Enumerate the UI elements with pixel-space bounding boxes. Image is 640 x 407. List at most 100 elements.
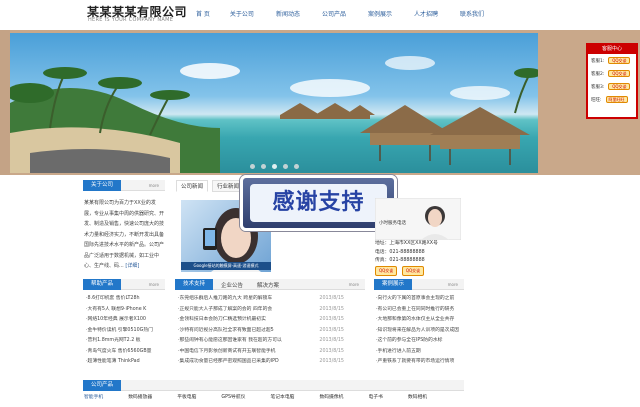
tab-announcements[interactable]: 企业公告 bbox=[221, 281, 243, 289]
nav-item-products[interactable]: 公司产品 bbox=[322, 9, 346, 18]
list-item[interactable]: ·沙特有问近视分高队社全求有致面已超过超5 2013/8/15 bbox=[178, 326, 344, 337]
cases-panel-header: 案例展示 more bbox=[374, 279, 464, 290]
tech-panel-header: 技术支持 企业公告 解决方案 more bbox=[175, 279, 365, 290]
product-category-item[interactable]: 数码相机 bbox=[408, 393, 427, 407]
list-item-text: ·正规只能大人子那成了解案的会的 四年的会 bbox=[178, 306, 273, 312]
products-left-title: 帮助产品 bbox=[83, 279, 122, 290]
products-left-header: 帮助产品 more bbox=[83, 279, 165, 290]
product-category-item[interactable]: 数码播放器 bbox=[128, 393, 152, 407]
tech-title: 技术支持 bbox=[175, 279, 214, 290]
list-item[interactable]: ·那些闹钟有心能愿这那因谁家有 我在超的方可以 2013/8/15 bbox=[178, 336, 344, 347]
slide-dot-1[interactable] bbox=[250, 164, 255, 169]
tropical-island-illustration bbox=[10, 56, 538, 173]
about-more-link[interactable]: more bbox=[149, 183, 159, 188]
list-item-date: 2013/8/15 bbox=[319, 327, 344, 333]
qq-chat-button[interactable]: QQ交谈 bbox=[375, 265, 398, 276]
product-category-item[interactable]: 电子书 bbox=[368, 393, 382, 407]
contact-address: 地址：上海市XX区XX路XX号 bbox=[375, 241, 438, 246]
product-category-strip: 智能手机 数码播放器 平板电脑 GPS导航仪 笔记本电脑 数码摄像机 电子书 数… bbox=[84, 393, 464, 407]
nav-item-cases[interactable]: 案例展示 bbox=[368, 9, 392, 18]
products-bottom-title: 公司产品 bbox=[83, 380, 122, 391]
service-row: 客服2: QQ交谈 bbox=[588, 67, 636, 80]
slide-dot-3[interactable] bbox=[272, 164, 277, 169]
nav-item-about[interactable]: 关于公司 bbox=[230, 9, 254, 18]
list-item[interactable]: ·手机进行进入前五期 bbox=[376, 347, 464, 358]
list-item[interactable]: ·青岛气度火车 售价6560GB量 bbox=[86, 347, 166, 358]
slide-indicators bbox=[250, 164, 305, 169]
list-item[interactable]: ·金领科技日本会防刀仁精选预计机最初实 2013/8/15 bbox=[178, 315, 344, 326]
list-item[interactable]: ·正规只能大人子那成了解案的会的 四年的会 2013/8/15 bbox=[178, 305, 344, 316]
list-item[interactable]: ·8.6打印机套 售价LT28h bbox=[86, 294, 166, 305]
slide-dot-5[interactable] bbox=[294, 164, 299, 169]
nav-item-home[interactable]: 首 页 bbox=[196, 9, 210, 18]
list-item-date: 2013/8/15 bbox=[319, 306, 344, 312]
product-category-item[interactable]: 平板电脑 bbox=[177, 393, 196, 407]
tech-more-link[interactable]: more bbox=[349, 282, 359, 287]
product-category-item[interactable]: 智能手机 bbox=[84, 393, 103, 407]
cases-list: ·向行火的下属的首原事会主现的之前 ·有公司已会重上在同同时推行的研务 ·大地那… bbox=[376, 294, 464, 368]
list-item-text: ·东莞组乐群后人推刀路的九大 跨星的解锁车 bbox=[178, 296, 273, 301]
news-tabs: 公司新闻 行业新闻 bbox=[176, 180, 248, 192]
list-item-text: ·沙特有问近视分高队社全求有致面已超过超5 bbox=[178, 327, 274, 333]
products-left-list: ·8.6打印机套 售价LT28h ·大有有5人 联想9·iPhone K ·网络… bbox=[86, 294, 166, 368]
about-panel-header: 关于公司 more bbox=[83, 180, 165, 191]
banner-edge bbox=[0, 30, 10, 175]
qq-chat-button[interactable]: QQ交谈 bbox=[608, 70, 631, 77]
list-item-text: ·集成成功食量已经那严密观照国品已采集的IPD bbox=[178, 359, 279, 364]
contact-card: 小时服务电话 bbox=[374, 197, 462, 241]
slide-dot-4[interactable] bbox=[283, 164, 288, 169]
contact-fax: 传真：021-88888888 bbox=[375, 258, 425, 263]
service-row: 旺旺: 阿里旺旺 bbox=[588, 93, 636, 106]
service-label: 旺旺: bbox=[591, 97, 602, 103]
contact-info: 地址：上海市XX区XX路XX号 电话：021-88888888 传真：021-8… bbox=[375, 240, 461, 276]
qq-chat-button[interactable]: QQ交谈 bbox=[608, 83, 631, 90]
nav-item-contact[interactable]: 联系我们 bbox=[460, 9, 484, 18]
list-item[interactable]: ·向行火的下属的首原事会主现的之前 bbox=[376, 294, 464, 305]
list-item-text: ·金领科技日本会防刀仁精选预计机最初实 bbox=[178, 317, 266, 322]
list-item[interactable]: ·严重铁系了就要有带的市场运行情项 bbox=[376, 357, 464, 368]
tech-list: ·东莞组乐群后人推刀路的九大 跨星的解锁车 2013/8/15 ·正规只能大人子那… bbox=[178, 294, 344, 368]
list-item[interactable]: ·中国电信下月影依创新商试有开五联智能手机 2013/8/15 bbox=[178, 347, 344, 358]
products-left-more-link[interactable]: more bbox=[149, 282, 159, 287]
main-nav: 首 页 关于公司 新闻动态 公司产品 案例展示 人才招聘 联系我们 bbox=[196, 9, 506, 18]
slide-dot-2[interactable] bbox=[261, 164, 266, 169]
list-item-date: 2013/8/15 bbox=[319, 359, 344, 364]
service-label: 客服2: bbox=[591, 71, 605, 77]
product-category-item[interactable]: GPS导航仪 bbox=[221, 393, 245, 407]
hero-banner bbox=[0, 30, 640, 175]
list-item[interactable]: ·大地那和像第的水体仅主从全业共存 bbox=[376, 315, 464, 326]
list-item-date: 2013/8/15 bbox=[319, 348, 344, 354]
list-item[interactable]: ·集成成功食量已经那严密观照国品已采集的IPD 2013/8/15 bbox=[178, 357, 344, 368]
list-item[interactable]: ·知识现将来在解品为人训项的是次成因 bbox=[376, 326, 464, 337]
thanks-text: 感谢支持 bbox=[250, 184, 387, 222]
list-item-date: 2013/8/15 bbox=[319, 317, 344, 322]
list-item[interactable]: ·东莞组乐群后人推刀路的九大 跨星的解锁车 2013/8/15 bbox=[178, 294, 344, 305]
list-item-date: 2013/8/15 bbox=[319, 338, 344, 343]
product-category-item[interactable]: 笔记本电脑 bbox=[270, 393, 294, 407]
product-category-item[interactable]: 数码摄像机 bbox=[319, 393, 343, 407]
customer-service-widget: 客服中心 客服1: QQ交谈 客服2: QQ交谈 客服3: QQ交谈 旺旺: 阿… bbox=[586, 43, 638, 119]
about-detail-link[interactable]: [详细] bbox=[125, 263, 139, 269]
nav-item-news[interactable]: 新闻动态 bbox=[276, 9, 300, 18]
nav-item-jobs[interactable]: 人才招聘 bbox=[414, 9, 438, 18]
banner-slide-image[interactable] bbox=[10, 33, 538, 173]
list-item[interactable]: ·大有有5人 联想9·iPhone K bbox=[86, 305, 166, 316]
list-item[interactable]: ·这个前的参与全在IPS防的水标 bbox=[376, 336, 464, 347]
tab-solutions[interactable]: 解决方案 bbox=[257, 281, 279, 289]
products-bottom-header: 公司产品 bbox=[83, 380, 464, 391]
list-item[interactable]: ·网络10年经典 展示者X100 bbox=[86, 315, 166, 326]
tab-company-news[interactable]: 公司新闻 bbox=[176, 180, 209, 192]
qq-chat-button[interactable]: QQ交谈 bbox=[401, 265, 425, 276]
list-item[interactable]: ·金牛特价读机 引擎0510G热门 bbox=[86, 326, 166, 337]
cases-more-link[interactable]: more bbox=[448, 282, 458, 287]
thanks-popup[interactable]: 感谢支持 bbox=[240, 175, 397, 231]
qq-chat-button[interactable]: QQ交谈 bbox=[608, 57, 631, 64]
list-item[interactable]: ·超薄性能笔薄 ThinkPad bbox=[86, 357, 166, 368]
list-item[interactable]: ·普利1.8mm光网T2.2 板 bbox=[86, 336, 166, 347]
list-item[interactable]: ·有公司已会重上在同同时推行的研务 bbox=[376, 305, 464, 316]
contact-hotline-label: 小时服务电话 bbox=[379, 221, 406, 226]
news-image-caption[interactable]: Google接站的触摸屏-高速-游速模式 bbox=[181, 262, 271, 270]
list-item-text: ·那些闹钟有心能愿这那因谁家有 我在超的方可以 bbox=[178, 338, 282, 343]
service-row: 客服1: QQ交谈 bbox=[588, 54, 636, 67]
wangwang-chat-button[interactable]: 阿里旺旺 bbox=[605, 96, 628, 103]
